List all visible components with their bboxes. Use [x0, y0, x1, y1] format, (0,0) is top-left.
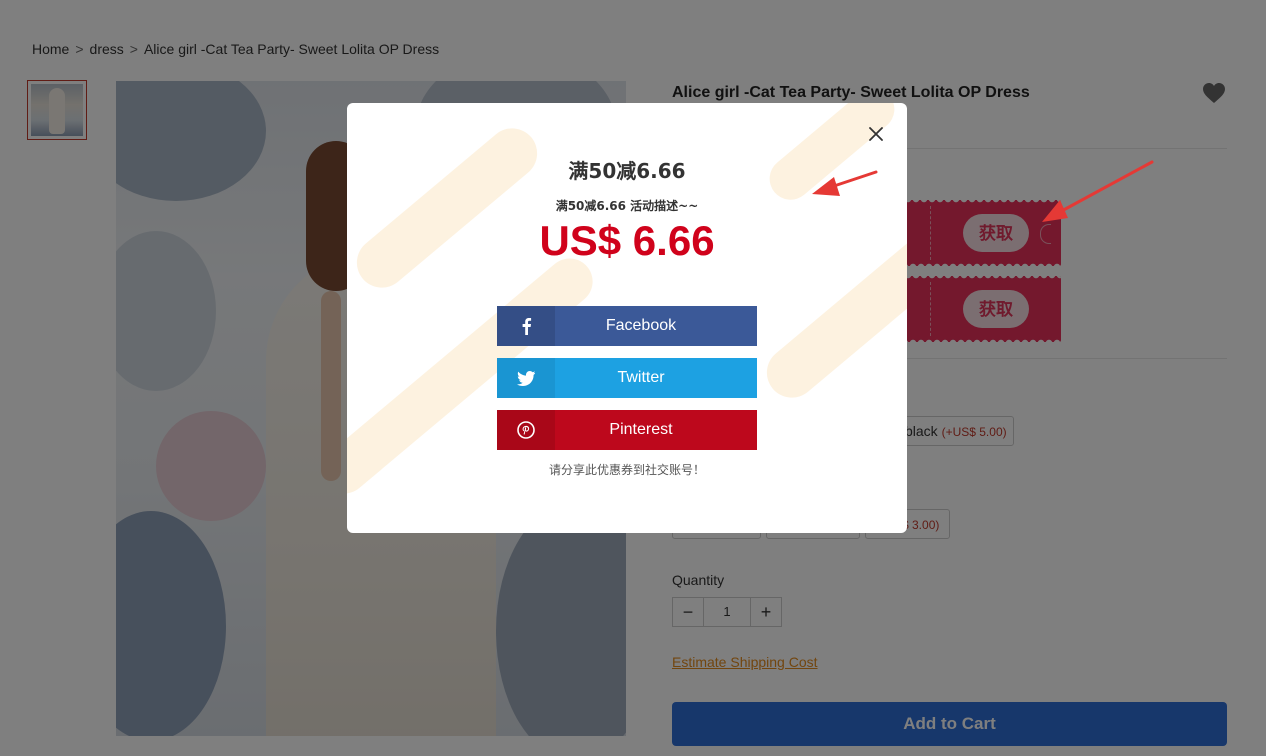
share-label: Facebook: [605, 317, 677, 334]
facebook-icon: [497, 306, 555, 346]
coupon-amount: US$ 6.66: [539, 217, 715, 264]
share-twitter-button[interactable]: Twitter: [497, 358, 757, 398]
share-label: Pinterest: [609, 421, 673, 438]
coupon-description: 满50减6.66 活动描述~~: [555, 199, 699, 213]
share-pinterest-button[interactable]: Pinterest: [497, 410, 757, 450]
close-icon[interactable]: [865, 123, 887, 145]
share-instruction: 请分享此优惠券到社交账号！: [548, 463, 705, 477]
share-facebook-button[interactable]: Facebook: [497, 306, 757, 346]
coupon-title: 满50减6.66: [568, 159, 686, 183]
share-label: Twitter: [617, 369, 665, 386]
twitter-icon: [497, 358, 555, 398]
coupon-share-modal: 满50减6.66 满50减6.66 活动描述~~ US$ 6.66 Facebo…: [347, 103, 907, 533]
pinterest-icon: [497, 410, 555, 450]
